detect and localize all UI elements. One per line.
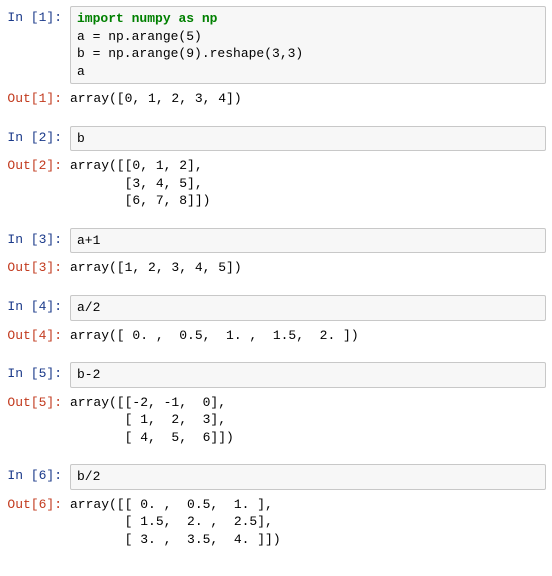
in-prompt: In [6]: (6, 464, 70, 485)
cell-separator (6, 114, 546, 126)
output-text: array([1, 2, 3, 4, 5]) (70, 256, 546, 280)
code-input[interactable]: b (70, 126, 546, 152)
in-prompt: In [3]: (6, 228, 70, 249)
out-prompt: Out[4]: (6, 324, 70, 345)
cell-separator (6, 283, 546, 295)
out-prompt: Out[1]: (6, 87, 70, 108)
input-cell: In [2]:b (6, 126, 546, 152)
output-cell: Out[4]:array([ 0. , 0.5, 1. , 1.5, 2. ]) (6, 324, 546, 348)
code-input[interactable]: import numpy as np a = np.arange(5) b = … (70, 6, 546, 84)
out-prompt: Out[5]: (6, 391, 70, 412)
cell-separator (6, 452, 546, 464)
output-text: array([[-2, -1, 0], [ 1, 2, 3], [ 4, 5, … (70, 391, 546, 450)
output-cell: Out[5]:array([[-2, -1, 0], [ 1, 2, 3], [… (6, 391, 546, 450)
input-cell: In [1]:import numpy as np a = np.arange(… (6, 6, 546, 84)
output-cell: Out[1]:array([0, 1, 2, 3, 4]) (6, 87, 546, 111)
output-cell: Out[3]:array([1, 2, 3, 4, 5]) (6, 256, 546, 280)
output-text: array([[0, 1, 2], [3, 4, 5], [6, 7, 8]]) (70, 154, 546, 213)
input-cell: In [6]:b/2 (6, 464, 546, 490)
out-prompt: Out[3]: (6, 256, 70, 277)
output-text: array([0, 1, 2, 3, 4]) (70, 87, 546, 111)
out-prompt: Out[6]: (6, 493, 70, 514)
code-input[interactable]: a/2 (70, 295, 546, 321)
notebook: In [1]:import numpy as np a = np.arange(… (6, 6, 546, 551)
input-cell: In [4]:a/2 (6, 295, 546, 321)
in-prompt: In [2]: (6, 126, 70, 147)
output-text: array([ 0. , 0.5, 1. , 1.5, 2. ]) (70, 324, 546, 348)
in-prompt: In [5]: (6, 362, 70, 383)
code-input[interactable]: a+1 (70, 228, 546, 254)
code-input[interactable]: b/2 (70, 464, 546, 490)
cell-separator (6, 350, 546, 362)
out-prompt: Out[2]: (6, 154, 70, 175)
output-cell: Out[6]:array([[ 0. , 0.5, 1. ], [ 1.5, 2… (6, 493, 546, 552)
in-prompt: In [4]: (6, 295, 70, 316)
input-cell: In [3]:a+1 (6, 228, 546, 254)
output-text: array([[ 0. , 0.5, 1. ], [ 1.5, 2. , 2.5… (70, 493, 546, 552)
input-cell: In [5]:b-2 (6, 362, 546, 388)
cell-separator (6, 216, 546, 228)
in-prompt: In [1]: (6, 6, 70, 27)
code-input[interactable]: b-2 (70, 362, 546, 388)
output-cell: Out[2]:array([[0, 1, 2], [3, 4, 5], [6, … (6, 154, 546, 213)
